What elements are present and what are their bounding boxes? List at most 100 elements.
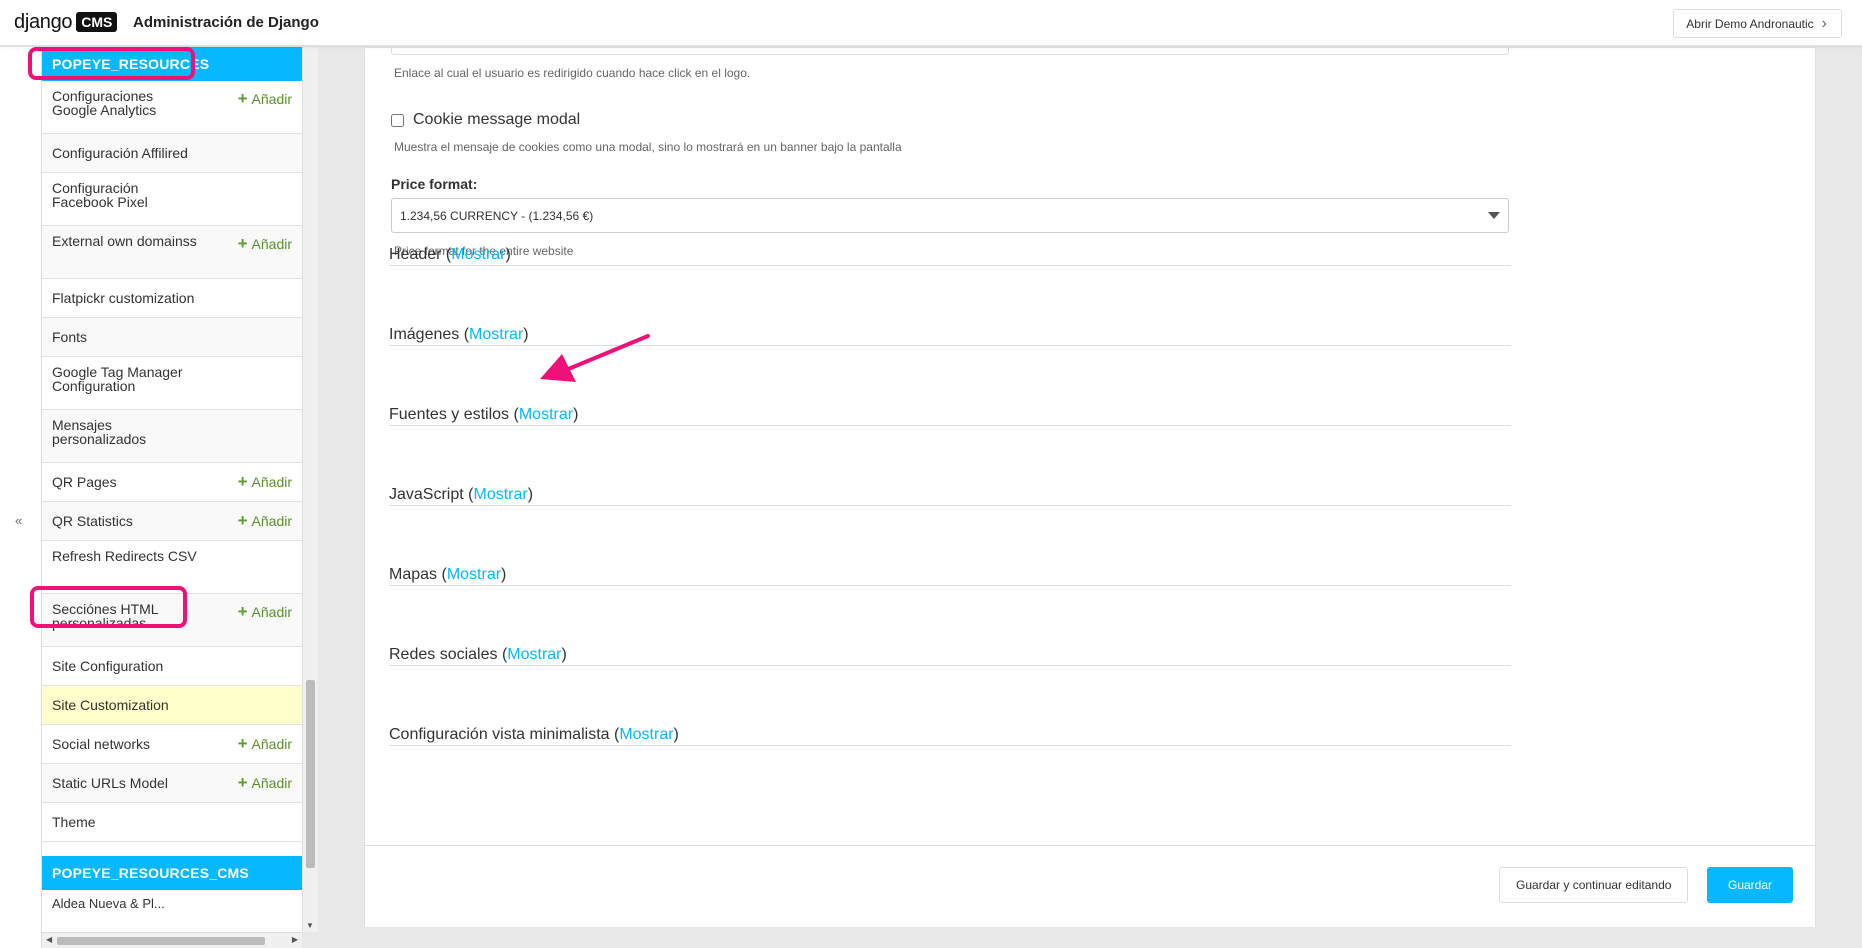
sidebar-item[interactable]: Configuraciones Google Analytics + Añadir <box>42 81 302 134</box>
scrollbar-thumb[interactable] <box>306 680 315 868</box>
paren-close: ) <box>673 726 679 743</box>
fieldset-title: Redes sociales <box>389 646 498 663</box>
sidebar-item-label[interactable]: Fonts <box>52 330 87 344</box>
sidebar-item-label[interactable]: Mensajes personalizados <box>52 418 202 446</box>
sidebar-item-label[interactable]: Google Tag Manager Configuration <box>52 365 202 393</box>
sidebar-item[interactable]: Configuración Affilired <box>42 134 302 173</box>
add-link[interactable]: + Añadir <box>237 511 292 530</box>
show-toggle-link[interactable]: Mostrar <box>473 486 527 503</box>
sidebar-collapse-gutter: « <box>0 47 42 948</box>
sidebar-item[interactable]: Theme <box>42 803 302 842</box>
sidebar-item-label[interactable]: Social networks <box>52 737 150 751</box>
sidebar-item-label[interactable]: Theme <box>52 815 96 829</box>
sidebar-item-label[interactable]: Site Customization <box>52 698 169 712</box>
sidebar-item[interactable]: Static URLs Model + Añadir <box>42 764 302 803</box>
sidebar-item[interactable]: Fonts <box>42 318 302 357</box>
sidebar-item-label[interactable]: Configuraciones Google Analytics <box>52 89 202 117</box>
plus-icon: + <box>237 511 248 530</box>
show-toggle-link[interactable]: Mostrar <box>507 646 561 663</box>
sidebar-item[interactable]: Google Tag Manager Configuration <box>42 357 302 410</box>
fieldset: Mapas (Mostrar) <box>389 566 1511 586</box>
add-link[interactable]: + Añadir <box>237 734 292 753</box>
add-label: Añadir <box>251 474 292 490</box>
show-toggle-link[interactable]: Mostrar <box>469 326 523 343</box>
highlight-site-customization <box>30 586 187 628</box>
highlight-popeye-resources <box>28 47 195 80</box>
sidebar-vertical-scrollbar[interactable]: ▼ <box>302 47 318 932</box>
paren-open: ( <box>437 566 447 583</box>
save-button[interactable]: Guardar <box>1707 867 1793 903</box>
show-toggle-link[interactable]: Mostrar <box>619 726 673 743</box>
sidebar-horizontal-scrollbar[interactable]: ◀ ▶ <box>42 932 302 948</box>
sidebar-item-label[interactable]: Static URLs Model <box>52 776 168 790</box>
sidebar-item[interactable]: QR Statistics + Añadir <box>42 502 302 541</box>
plus-icon: + <box>237 89 248 108</box>
sidebar-item[interactable]: Mensajes personalizados <box>42 410 302 463</box>
sidebar-item-label[interactable]: Site Configuration <box>52 659 163 673</box>
paren-close: ) <box>505 246 511 263</box>
paren-close: ) <box>527 486 534 503</box>
chevron-right-icon: › <box>1821 14 1827 32</box>
show-toggle-link[interactable]: Mostrar <box>519 406 573 423</box>
sidebar-item[interactable]: Flatpickr customization <box>42 279 302 318</box>
sidebar: POPEYE_RESOURCES Configuraciones Google … <box>42 47 302 932</box>
sidebar-item-label[interactable]: QR Pages <box>52 475 117 489</box>
django-cms-logo[interactable]: django CMS <box>14 10 118 33</box>
sidebar-item[interactable]: Configuración Facebook Pixel <box>42 173 302 226</box>
paren-close: ) <box>561 646 567 663</box>
sidebar-item[interactable]: External own domainss + Añadir <box>42 226 302 279</box>
chevron-down-icon <box>1488 212 1500 219</box>
annotation-arrow-icon <box>540 334 650 382</box>
sidebar-item[interactable]: Site Customization <box>42 686 302 725</box>
sidebar-item[interactable]: Social networks + Añadir <box>42 725 302 764</box>
sidebar-item[interactable]: QR Pages + Añadir <box>42 463 302 502</box>
fieldset-title: Imágenes <box>389 326 460 343</box>
fieldset: JavaScript (Mostrar) <box>389 486 1511 506</box>
fieldset: Fuentes y estilos (Mostrar) <box>389 406 1511 426</box>
fieldset: Redes sociales (Mostrar) <box>389 646 1511 666</box>
sidebar-model-list: Configuraciones Google Analytics + Añadir C… <box>42 81 302 842</box>
show-toggle-link[interactable]: Mostrar <box>451 246 505 263</box>
sidebar-item[interactable]: Site Configuration <box>42 647 302 686</box>
sidebar-item-label[interactable]: QR Statistics <box>52 514 133 528</box>
module-caption-popeye-resources-cms[interactable]: POPEYE_RESOURCES_CMS <box>42 856 302 890</box>
scroll-down-arrow-icon[interactable]: ▼ <box>306 921 314 930</box>
sidebar-item-label[interactable]: Refresh Redirects CSV <box>52 549 202 563</box>
add-link[interactable]: + Añadir <box>237 234 292 253</box>
add-link[interactable]: + Añadir <box>238 774 292 791</box>
add-link[interactable]: + Añadir <box>237 89 292 108</box>
cookie-modal-checkbox[interactable] <box>391 113 404 127</box>
add-label: Añadir <box>251 513 292 529</box>
horizontal-scrollbar-thumb[interactable] <box>57 937 265 945</box>
fieldset-title: Mapas <box>389 566 438 583</box>
price-format-value: 1.234,56 CURRENCY - (1.234,56 €) <box>400 208 594 223</box>
add-link[interactable]: + Añadir <box>237 602 292 621</box>
logo-badge: CMS <box>76 12 118 32</box>
submit-row: Guardar y continuar editando Guardar <box>365 845 1815 927</box>
sidebar-item-label[interactable]: Flatpickr customization <box>52 291 194 305</box>
plus-icon: + <box>237 734 248 753</box>
price-format-select[interactable]: 1.234,56 CURRENCY - (1.234,56 €) <box>391 198 1509 233</box>
scroll-left-arrow-icon[interactable]: ◀ <box>46 935 52 944</box>
cookie-modal-field[interactable]: Cookie message modal <box>391 111 580 129</box>
collapse-sidebar-button[interactable]: « <box>15 513 22 528</box>
sidebar-item-label[interactable]: Configuración Facebook Pixel <box>52 181 202 209</box>
sidebar-item-partial[interactable]: Aldea Nueva & Pl... <box>42 890 302 910</box>
scroll-right-arrow-icon[interactable]: ▶ <box>292 935 298 944</box>
plus-icon: + <box>237 234 248 253</box>
sidebar-item-label[interactable]: External own domainss <box>52 234 202 248</box>
logo-link-input[interactable] <box>391 48 1509 55</box>
save-continue-button[interactable]: Guardar y continuar editando <box>1499 867 1689 903</box>
logo-text: django <box>14 10 73 33</box>
add-link[interactable]: + Añadir <box>238 473 292 490</box>
fieldset-title: Header <box>389 246 442 263</box>
show-toggle-link[interactable]: Mostrar <box>447 566 501 583</box>
plus-icon: + <box>237 602 248 621</box>
admin-title[interactable]: Administración de Django <box>133 14 319 31</box>
add-label: Añadir <box>251 604 292 620</box>
change-form-panel: Enlace al cual el usuario es redirigido … <box>364 47 1816 927</box>
cookie-modal-label: Cookie message modal <box>413 111 581 128</box>
paren-open: ( <box>441 246 452 263</box>
open-site-button[interactable]: Abrir Demo Andronautic › <box>1673 9 1842 38</box>
sidebar-item-label[interactable]: Configuración Affilired <box>52 146 188 160</box>
